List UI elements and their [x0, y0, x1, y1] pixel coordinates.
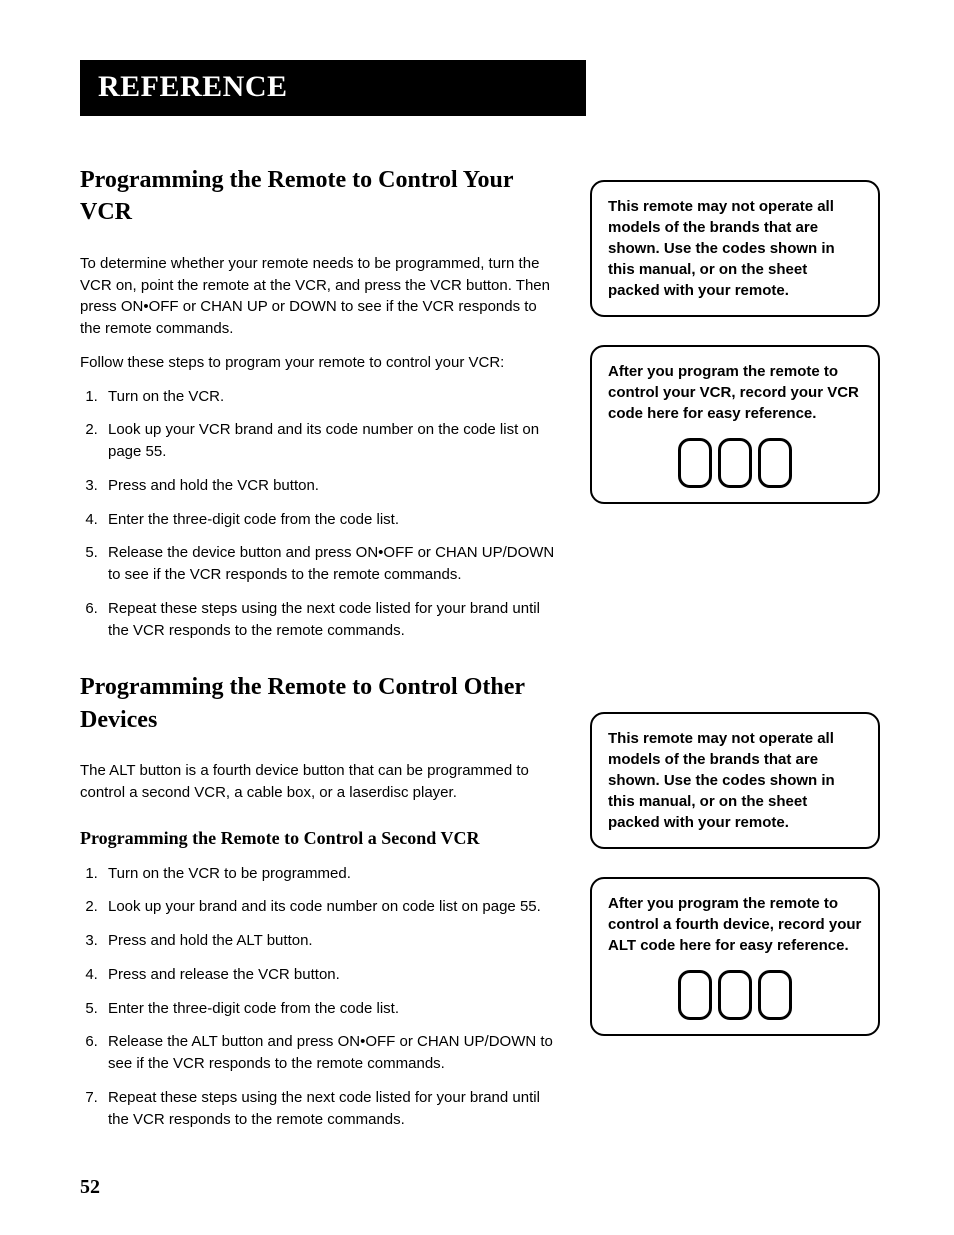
note-box-2: This remote may not operate all models o…	[590, 712, 880, 849]
intro-paragraph-2: The ALT button is a fourth device button…	[80, 760, 560, 804]
intro-paragraph-1: To determine whether your remote needs t…	[80, 253, 560, 340]
list-item: Enter the three-digit code from the code…	[102, 509, 560, 531]
manual-page: REFERENCE Programming the Remote to Cont…	[0, 0, 954, 1235]
page-number: 52	[80, 1176, 100, 1199]
heading-other-devices: Programming the Remote to Control Other …	[80, 671, 560, 736]
digit-box	[678, 438, 712, 488]
subheading-second-vcr: Programming the Remote to Control a Seco…	[80, 828, 560, 849]
list-item: Turn on the VCR to be programmed.	[102, 863, 560, 885]
digit-box	[718, 438, 752, 488]
follow-paragraph: Follow these steps to program your remot…	[80, 352, 560, 374]
digit-box	[678, 970, 712, 1020]
section-banner: REFERENCE	[80, 60, 586, 116]
spacer	[590, 164, 880, 180]
spacer	[590, 532, 880, 712]
steps-list-2: Turn on the VCR to be programmed. Look u…	[80, 863, 560, 1131]
digit-box	[718, 970, 752, 1020]
list-item: Press and hold the VCR button.	[102, 475, 560, 497]
digit-box	[758, 438, 792, 488]
list-item: Look up your VCR brand and its code numb…	[102, 419, 560, 463]
list-item: Look up your brand and its code number o…	[102, 896, 560, 918]
record-box-alt: After you program the remote to control …	[590, 877, 880, 1036]
two-column-layout: Programming the Remote to Control Your V…	[80, 164, 894, 1160]
note-box-1: This remote may not operate all models o…	[590, 180, 880, 317]
list-item: Release the device button and press ON•O…	[102, 542, 560, 586]
digit-box	[758, 970, 792, 1020]
heading-vcr-programming: Programming the Remote to Control Your V…	[80, 164, 560, 229]
left-column: Programming the Remote to Control Your V…	[80, 164, 560, 1160]
list-item: Enter the three-digit code from the code…	[102, 998, 560, 1020]
digit-placeholders	[608, 970, 862, 1020]
digit-placeholders	[608, 438, 862, 488]
list-item: Press and hold the ALT button.	[102, 930, 560, 952]
list-item: Repeat these steps using the next code l…	[102, 598, 560, 642]
list-item: Turn on the VCR.	[102, 386, 560, 408]
record-box-vcr: After you program the remote to control …	[590, 345, 880, 504]
record-label-alt: After you program the remote to control …	[608, 893, 862, 956]
record-label-vcr: After you program the remote to control …	[608, 361, 862, 424]
list-item: Release the ALT button and press ON•OFF …	[102, 1031, 560, 1075]
right-column: This remote may not operate all models o…	[590, 164, 880, 1160]
steps-list-1: Turn on the VCR. Look up your VCR brand …	[80, 386, 560, 642]
list-item: Press and release the VCR button.	[102, 964, 560, 986]
list-item: Repeat these steps using the next code l…	[102, 1087, 560, 1131]
